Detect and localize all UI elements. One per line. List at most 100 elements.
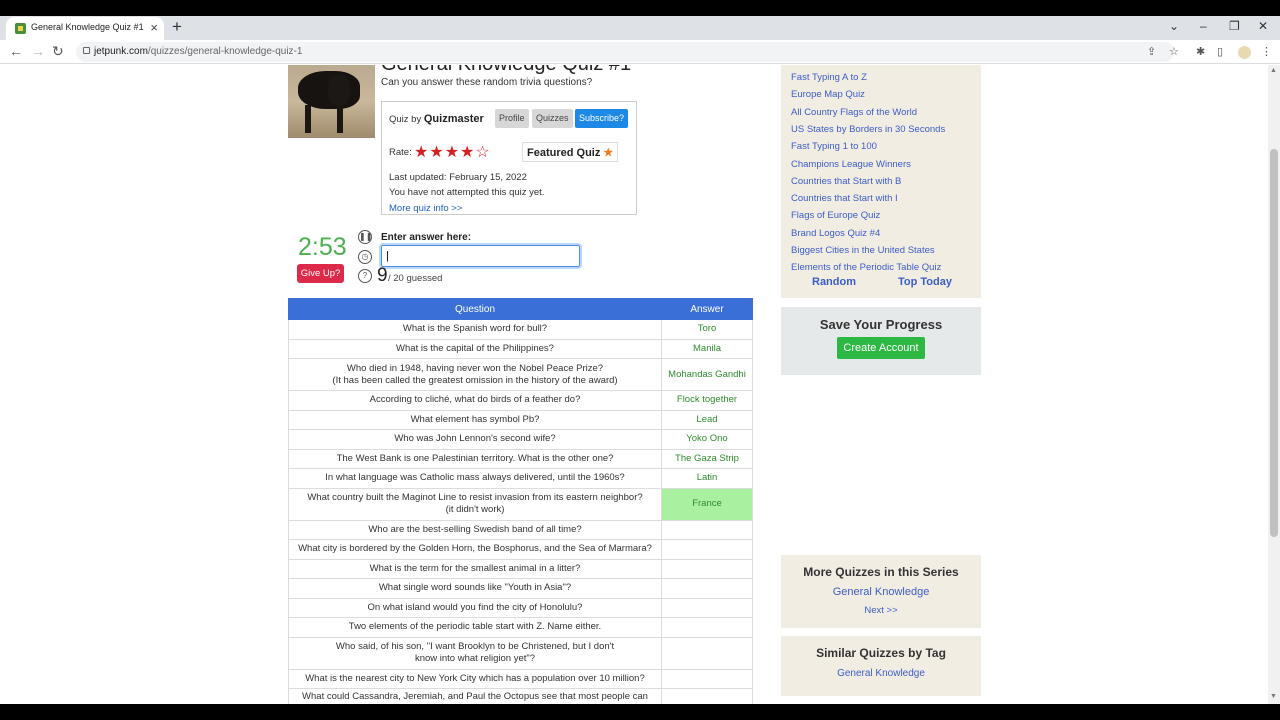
answer-cell: France bbox=[661, 487, 753, 521]
similar-quizzes-box: Similar Quizzes by Tag General Knowledge bbox=[781, 636, 981, 696]
save-progress-title: Save Your Progress bbox=[819, 317, 943, 332]
tab-title: General Knowledge Quiz #1 bbox=[31, 22, 144, 32]
new-tab-icon[interactable]: + bbox=[172, 17, 182, 37]
avatar[interactable] bbox=[1238, 46, 1251, 59]
table-row: What is the term for the smallest animal… bbox=[288, 558, 753, 579]
chevron-down-icon[interactable]: ⌄ bbox=[1169, 19, 1179, 33]
star-outline-icon[interactable]: ☆ bbox=[475, 144, 490, 161]
table-row: What single word sounds like "Youth in A… bbox=[288, 578, 753, 599]
answer-cell: Latin bbox=[661, 468, 753, 489]
series-next-link[interactable]: Next >> bbox=[781, 605, 981, 616]
question-cell: What could Cassandra, Jeremiah, and Paul… bbox=[288, 688, 662, 704]
sidebar-quiz-link[interactable]: All Country Flags of the World bbox=[791, 107, 917, 118]
reload-icon[interactable]: ↻ bbox=[52, 43, 64, 60]
similar-link[interactable]: General Knowledge bbox=[781, 668, 981, 679]
rate-label: Rate: bbox=[389, 147, 412, 158]
forward-icon[interactable]: → bbox=[31, 43, 45, 59]
minimize-icon[interactable]: – bbox=[1200, 19, 1207, 33]
more-quiz-info-link[interactable]: More quiz info >> bbox=[389, 203, 462, 214]
subscribe-button[interactable]: Subscribe? bbox=[575, 109, 629, 128]
series-link[interactable]: General Knowledge bbox=[781, 586, 981, 598]
sidebar-quiz-link[interactable]: Fast Typing 1 to 100 bbox=[791, 141, 877, 152]
page-title: General Knowledge Quiz #1 bbox=[381, 65, 631, 76]
answer-cell: Toro bbox=[661, 319, 753, 340]
sidebar-quiz-link[interactable]: Elements of the Periodic Table Quiz bbox=[791, 262, 941, 273]
sidebar-quiz-link[interactable]: US States by Borders in 30 Seconds bbox=[791, 124, 945, 135]
give-up-button[interactable]: Give Up? bbox=[297, 264, 344, 283]
answer-cell bbox=[661, 558, 753, 579]
random-button[interactable]: Random bbox=[812, 276, 856, 288]
top-today-button[interactable]: Top Today bbox=[898, 276, 952, 288]
favicon-icon bbox=[15, 23, 26, 34]
back-icon[interactable]: ← bbox=[9, 43, 23, 59]
address-toolbar: ← → ↻ jetpunk.com/quizzes/general-knowle… bbox=[0, 40, 1280, 64]
share-icon[interactable]: ⇪ bbox=[1147, 45, 1156, 58]
quizzes-button[interactable]: Quizzes bbox=[532, 109, 573, 128]
sidebar-quiz-link[interactable]: Biggest Cities in the United States bbox=[791, 245, 935, 256]
create-account-button[interactable]: Create Account bbox=[837, 337, 925, 359]
answer-cell: Mohandas Gandhi bbox=[661, 358, 753, 391]
pause-icon[interactable]: ❚❚ bbox=[358, 230, 372, 244]
question-cell: The West Bank is one Palestinian territo… bbox=[288, 448, 662, 469]
scrollbar[interactable]: ▲ ▼ bbox=[1268, 65, 1280, 704]
question-cell: What element has symbol Pb? bbox=[288, 409, 662, 430]
answer-cell bbox=[661, 539, 753, 560]
browser-tab[interactable]: General Knowledge Quiz #1 × bbox=[6, 17, 164, 40]
question-cell: What city is bordered by the Golden Horn… bbox=[288, 539, 662, 560]
profile-button[interactable]: Profile bbox=[495, 109, 529, 128]
close-tab-icon[interactable]: × bbox=[150, 20, 158, 35]
table-row: Two elements of the periodic table start… bbox=[288, 617, 753, 638]
sidebar-quiz-link[interactable]: Fast Typing A to Z bbox=[791, 72, 867, 83]
scrollbar-thumb[interactable] bbox=[1270, 149, 1278, 537]
clock-icon[interactable]: ◷ bbox=[358, 250, 372, 264]
quiz-description: Can you answer these random trivia quest… bbox=[381, 77, 593, 88]
star-icon[interactable]: ★ bbox=[429, 144, 444, 161]
tab-strip: General Knowledge Quiz #1 × + ⌄ – ❐ ✕ bbox=[0, 16, 1280, 40]
table-row: What is the capital of the Philippines? M… bbox=[288, 338, 753, 359]
answer-cell bbox=[661, 597, 753, 618]
question-cell: In what language was Catholic mass alway… bbox=[288, 468, 662, 489]
answer-input[interactable] bbox=[379, 243, 582, 269]
sidebar-quiz-link[interactable]: Countries that Start with B bbox=[791, 176, 901, 187]
star-icon[interactable]: ★ bbox=[445, 144, 460, 161]
table-row: What is the nearest city to New York Cit… bbox=[288, 668, 753, 689]
question-cell: What is the capital of the Philippines? bbox=[288, 338, 662, 359]
quiz-info-box: Quiz by Quizmaster Profile Quizzes Subsc… bbox=[381, 101, 637, 215]
table-row: Who died in 1948, having never won the N… bbox=[288, 358, 753, 391]
sidebar-quiz-link[interactable]: Europe Map Quiz bbox=[791, 89, 865, 100]
side-panel-icon[interactable]: ▯ bbox=[1217, 45, 1223, 58]
scroll-down-icon[interactable]: ▼ bbox=[1270, 693, 1277, 700]
attempt-status: You have not attempted this quiz yet. bbox=[389, 187, 545, 198]
sidebar-quiz-link[interactable]: Champions League Winners bbox=[791, 159, 911, 170]
restore-icon[interactable]: ❐ bbox=[1229, 19, 1240, 33]
help-icon[interactable]: ? bbox=[358, 269, 372, 283]
table-row: On what island would you find the city o… bbox=[288, 597, 753, 618]
sidebar-quiz-link[interactable]: Brand Logos Quiz #4 bbox=[791, 228, 880, 239]
save-progress-box: Save Your Progress Create Account bbox=[781, 307, 981, 375]
address-bar[interactable]: jetpunk.com/quizzes/general-knowledge-qu… bbox=[76, 42, 1174, 62]
bookmark-star-icon[interactable]: ☆ bbox=[1169, 45, 1179, 58]
menu-icon[interactable]: ⋮ bbox=[1261, 45, 1272, 58]
extensions-icon[interactable]: ✱ bbox=[1196, 45, 1205, 58]
sidebar-quiz-link[interactable]: Flags of Europe Quiz bbox=[791, 210, 880, 221]
answer-cell: Flock together bbox=[661, 390, 753, 411]
question-cell: What is the term for the smallest animal… bbox=[288, 558, 662, 579]
scroll-up-icon[interactable]: ▲ bbox=[1270, 67, 1277, 74]
similar-title: Similar Quizzes by Tag bbox=[816, 646, 946, 660]
star-icon[interactable]: ★ bbox=[414, 144, 429, 161]
sidebar-quiz-link[interactable]: Countries that Start with I bbox=[791, 193, 898, 204]
answer-cell bbox=[661, 617, 753, 638]
guessed-count: 9 bbox=[377, 265, 388, 286]
question-cell: What single word sounds like "Youth in A… bbox=[288, 578, 662, 599]
question-cell: What country built the Maginot Line to r… bbox=[288, 487, 662, 521]
close-window-icon[interactable]: ✕ bbox=[1258, 19, 1268, 33]
featured-star-icon: ★ bbox=[603, 147, 614, 159]
table-row: Who was John Lennon's second wife? Yoko O… bbox=[288, 429, 753, 450]
rating-stars[interactable]: ★★★★☆ bbox=[414, 142, 491, 162]
quiz-author: Quiz by Quizmaster bbox=[389, 113, 484, 125]
star-icon[interactable]: ★ bbox=[460, 144, 475, 161]
answer-header: Answer bbox=[661, 298, 753, 320]
last-updated: Last updated: February 15, 2022 bbox=[389, 172, 527, 183]
answer-cell: Yoko Ono bbox=[661, 429, 753, 450]
table-row: In what language was Catholic mass alway… bbox=[288, 468, 753, 489]
